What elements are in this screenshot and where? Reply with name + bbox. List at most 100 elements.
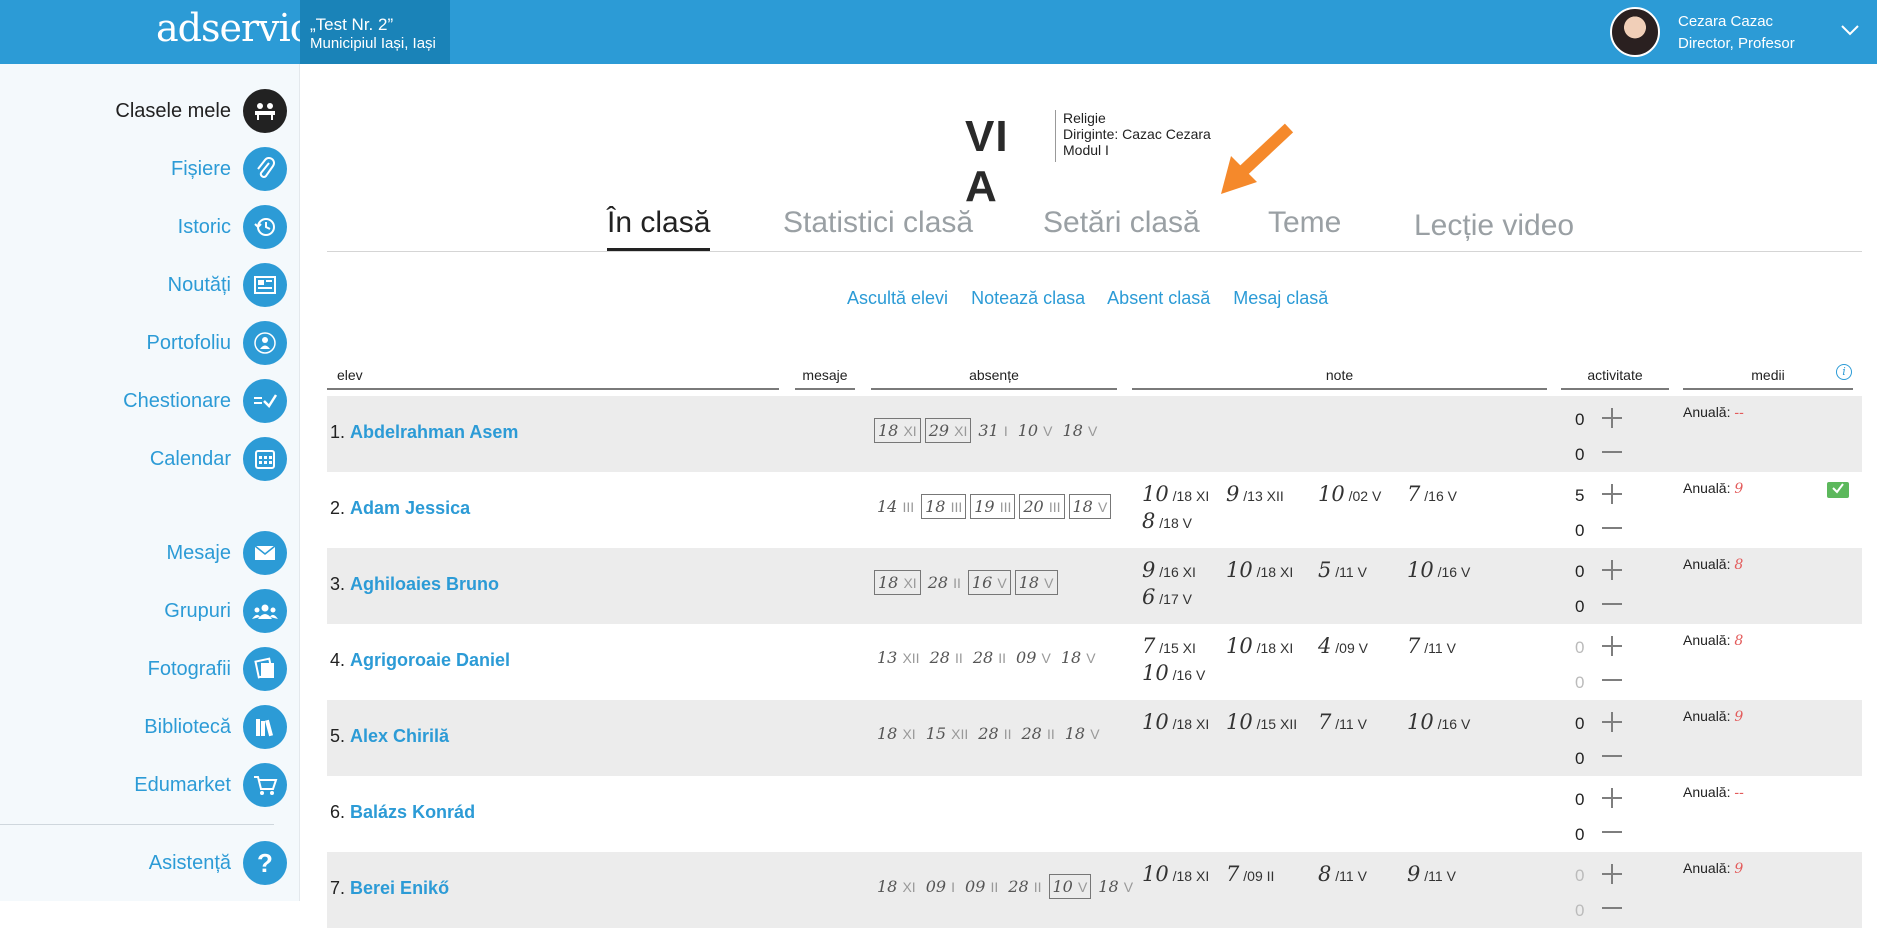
absence-entry[interactable]: 28 II xyxy=(927,646,966,669)
absence-entry[interactable]: 09 V xyxy=(1013,646,1054,669)
absence-entry[interactable]: 09 II xyxy=(962,875,1001,898)
absence-entry[interactable]: 18 XI xyxy=(874,570,921,595)
grade-entry[interactable]: 6 /17 V xyxy=(1142,585,1192,609)
grade-entry[interactable]: 4 /09 V xyxy=(1318,634,1368,658)
grade-entry[interactable]: 8 /11 V xyxy=(1318,862,1367,886)
absence-entry[interactable]: 14 III xyxy=(874,495,917,518)
absence-entry[interactable]: 18 XI xyxy=(874,418,921,443)
grade-entry[interactable]: 7 /09 II xyxy=(1226,862,1274,886)
plus-icon[interactable] xyxy=(1600,710,1624,739)
app-logo[interactable]: adservio xyxy=(156,6,313,50)
minus-icon[interactable] xyxy=(1600,820,1624,849)
grade-entry[interactable]: 10 /18 XI xyxy=(1226,634,1293,658)
avatar[interactable] xyxy=(1610,7,1660,57)
grade-entry[interactable]: 9 /11 V xyxy=(1407,862,1456,886)
chevron-down-icon[interactable] xyxy=(1840,17,1860,43)
sidebar-item-fisiere[interactable]: Fișiere xyxy=(171,146,287,192)
student-name-link[interactable]: Berei Enikő xyxy=(350,878,449,898)
absence-entry[interactable]: 09 I xyxy=(923,875,958,898)
absence-entry[interactable]: 18 V xyxy=(1058,646,1099,669)
checkmark-icon[interactable] xyxy=(1827,482,1849,498)
grade-entry[interactable]: 10 /18 XI xyxy=(1142,862,1209,886)
user-menu[interactable]: Cezara Cazac Director, Profesor xyxy=(1610,7,1877,57)
grade-entry[interactable]: 10 /16 V xyxy=(1142,661,1205,685)
student-name-link[interactable]: Agrigoroaie Daniel xyxy=(350,650,510,670)
tab-setari-clasa[interactable]: Setări clasă xyxy=(1043,206,1200,248)
plus-icon[interactable] xyxy=(1600,862,1624,891)
minus-icon[interactable] xyxy=(1600,744,1624,773)
grade-entry[interactable]: 7 /11 V xyxy=(1407,634,1456,658)
tab-in-clasa[interactable]: În clasă xyxy=(607,206,711,251)
sidebar-item-portofoliu[interactable]: Portofoliu xyxy=(147,320,287,366)
plus-icon[interactable] xyxy=(1600,786,1624,815)
absence-entry[interactable]: 18 V xyxy=(1095,875,1136,898)
absence-entry[interactable]: 18 V xyxy=(1014,570,1058,595)
sidebar-item-grupuri[interactable]: Grupuri xyxy=(164,588,287,634)
grade-entry[interactable]: 10 /18 XI xyxy=(1142,482,1209,506)
absence-entry[interactable]: 18 V xyxy=(1068,494,1112,519)
plus-icon[interactable] xyxy=(1600,558,1624,587)
sidebar-item-biblioteca[interactable]: Bibliotecă xyxy=(144,704,287,750)
absence-entry[interactable]: 28 II xyxy=(925,571,964,594)
absence-entry[interactable]: 16 V xyxy=(967,570,1011,595)
sidebar-item-edumarket[interactable]: Edumarket xyxy=(134,762,287,808)
plus-icon[interactable] xyxy=(1600,406,1624,435)
absence-entry[interactable]: 10 V xyxy=(1015,419,1056,442)
grade-entry[interactable]: 8 /18 V xyxy=(1142,509,1192,533)
absence-entry[interactable]: 18 XI xyxy=(874,722,919,745)
grade-entry[interactable]: 10 /16 V xyxy=(1407,710,1470,734)
info-icon[interactable]: i xyxy=(1836,364,1852,380)
grade-entry[interactable]: 7 /15 XI xyxy=(1142,634,1196,658)
plus-icon[interactable] xyxy=(1600,482,1624,511)
absence-entry[interactable]: 28 II xyxy=(1019,722,1058,745)
sidebar-item-clasele-mele[interactable]: Clasele mele xyxy=(115,88,287,134)
absence-entry[interactable]: 28 II xyxy=(975,722,1014,745)
school-selector[interactable]: „Test Nr. 2” Municipiul Iași, Iași xyxy=(300,0,450,64)
sidebar-item-calendar[interactable]: Calendar xyxy=(150,436,287,482)
absence-entry[interactable]: 18 III xyxy=(921,494,967,519)
minus-icon[interactable] xyxy=(1600,516,1624,545)
student-name-link[interactable]: Abdelrahman Asem xyxy=(350,422,518,442)
absence-entry[interactable]: 31 I xyxy=(975,419,1010,442)
noteaza-clasa-link[interactable]: Notează clasa xyxy=(971,288,1085,308)
minus-icon[interactable] xyxy=(1600,592,1624,621)
absence-entry[interactable]: 28 II xyxy=(970,646,1009,669)
tab-lectie-video[interactable]: Lecție video xyxy=(1414,209,1574,251)
absence-entry[interactable]: 15 XII xyxy=(923,722,972,745)
tab-statistici-clasa[interactable]: Statistici clasă xyxy=(783,206,973,248)
grade-entry[interactable]: 7 /11 V xyxy=(1318,710,1367,734)
absence-entry[interactable]: 13 XII xyxy=(874,646,923,669)
absence-entry[interactable]: 18 V xyxy=(1060,419,1101,442)
absent-clasa-link[interactable]: Absent clasă xyxy=(1107,288,1210,308)
grade-entry[interactable]: 5 /11 V xyxy=(1318,558,1367,582)
grade-entry[interactable]: 7 /16 V xyxy=(1407,482,1457,506)
asculta-elevi-link[interactable]: Ascultă elevi xyxy=(847,288,948,308)
absence-entry[interactable]: 18 V xyxy=(1062,722,1103,745)
grade-entry[interactable]: 10 /16 V xyxy=(1407,558,1470,582)
absence-entry[interactable]: 29 XI xyxy=(924,418,972,443)
absence-entry[interactable]: 10 V xyxy=(1048,874,1092,899)
sidebar-item-fotografii[interactable]: Fotografii xyxy=(148,646,287,692)
absence-entry[interactable]: 18 XI xyxy=(874,875,919,898)
grade-entry[interactable]: 9 /13 XII xyxy=(1226,482,1284,506)
plus-icon[interactable] xyxy=(1600,634,1624,663)
student-name-link[interactable]: Alex Chirilă xyxy=(350,726,449,746)
mesaj-clasa-link[interactable]: Mesaj clasă xyxy=(1233,288,1328,308)
sidebar-item-mesaje[interactable]: Mesaje xyxy=(167,530,287,576)
minus-icon[interactable] xyxy=(1600,896,1624,925)
sidebar-item-noutati[interactable]: Noutăți xyxy=(168,262,287,308)
absence-entry[interactable]: 28 II xyxy=(1005,875,1044,898)
minus-icon[interactable] xyxy=(1600,668,1624,697)
grade-entry[interactable]: 10 /18 XI xyxy=(1226,558,1293,582)
grade-entry[interactable]: 9 /16 XI xyxy=(1142,558,1196,582)
minus-icon[interactable] xyxy=(1600,440,1624,469)
student-name-link[interactable]: Aghiloaies Bruno xyxy=(350,574,499,594)
grade-entry[interactable]: 10 /15 XII xyxy=(1226,710,1297,734)
absence-entry[interactable]: 19 III xyxy=(970,494,1016,519)
grade-entry[interactable]: 10 /18 XI xyxy=(1142,710,1209,734)
tab-teme[interactable]: Teme xyxy=(1268,206,1341,248)
student-name-link[interactable]: Balázs Konrád xyxy=(350,802,475,822)
sidebar-item-asistenta[interactable]: Asistență ? xyxy=(149,840,287,886)
grade-entry[interactable]: 10 /02 V xyxy=(1318,482,1381,506)
sidebar-item-chestionare[interactable]: Chestionare xyxy=(123,378,287,424)
